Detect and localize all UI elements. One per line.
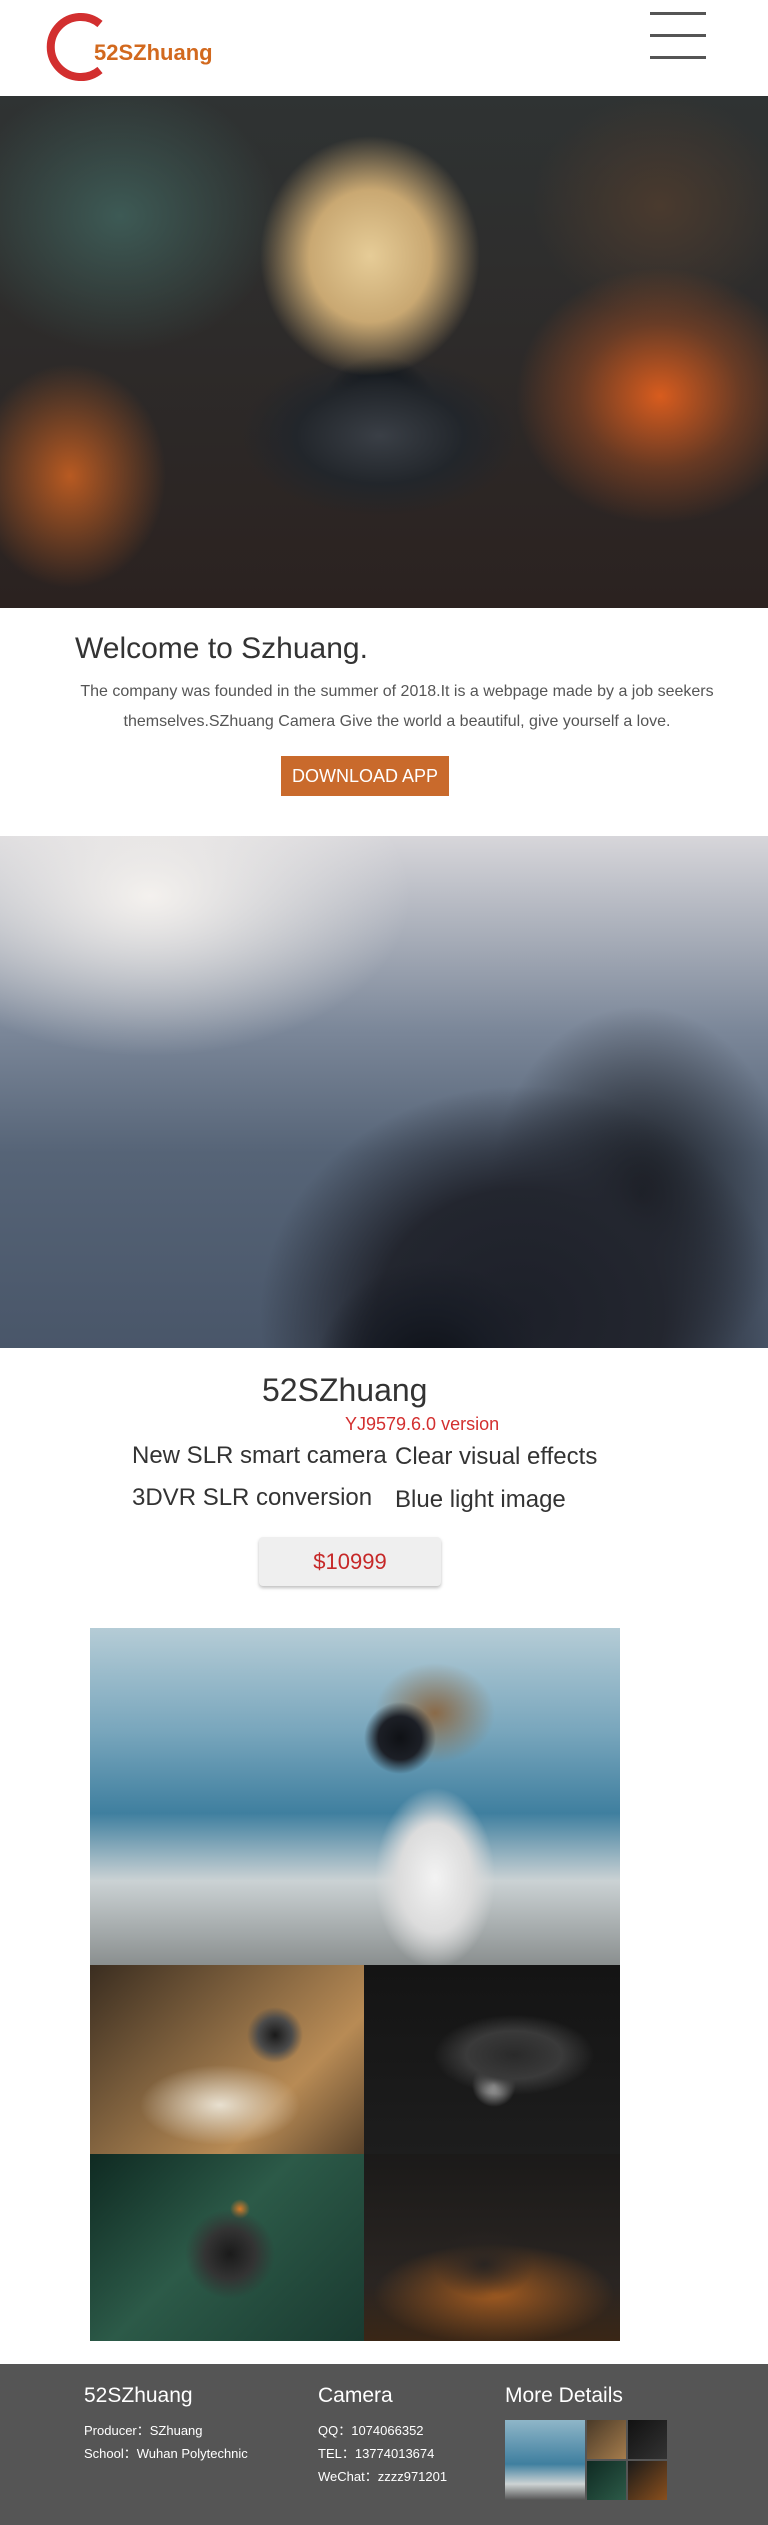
footer-thumbnail[interactable] bbox=[628, 2420, 667, 2459]
site-header: 52SZhuang bbox=[0, 0, 768, 96]
product-version: YJ9579.6.0 version bbox=[345, 1414, 500, 1434]
gallery-image-main[interactable] bbox=[90, 1628, 620, 1965]
gallery-image-vintage-camera-map[interactable] bbox=[90, 1965, 364, 2154]
footer-camera-title: Camera bbox=[318, 2384, 393, 2407]
feature-item: Clear visual effects bbox=[395, 1443, 598, 1470]
footer-brand-title: 52SZhuang bbox=[84, 2384, 193, 2407]
footer-producer: Producer：SZhuang bbox=[84, 2423, 203, 2438]
gallery-image-camera-wood[interactable] bbox=[364, 2154, 620, 2341]
feature-item: 3DVR SLR conversion bbox=[132, 1484, 373, 1511]
feature-item: New SLR smart camera bbox=[132, 1442, 387, 1469]
footer-thumbnail[interactable] bbox=[628, 2461, 667, 2500]
footer-thumbnail-gallery[interactable] bbox=[505, 2420, 667, 2500]
camera-product-image bbox=[0, 836, 768, 1348]
footer-tel: TEL：13774013674 bbox=[318, 2446, 435, 2461]
site-footer: 52SZhuang Producer：SZhuang School：Wuhan … bbox=[0, 2364, 768, 2525]
hamburger-menu-icon[interactable] bbox=[650, 10, 706, 60]
logo-text[interactable]: 52SZhuang bbox=[94, 40, 213, 66]
footer-thumbnail[interactable] bbox=[587, 2420, 626, 2459]
footer-thumbnail[interactable] bbox=[587, 2461, 626, 2500]
hero-photographer-image bbox=[0, 96, 768, 608]
gallery-image-rangefinder-camera[interactable] bbox=[364, 1965, 620, 2154]
feature-item: Blue light image bbox=[395, 1486, 566, 1513]
footer-thumbnail[interactable] bbox=[505, 2420, 585, 2500]
product-name: 52SZhuang bbox=[262, 1372, 428, 1408]
price-button[interactable]: $10999 bbox=[259, 1537, 441, 1586]
footer-school: School：Wuhan Polytechnic bbox=[84, 2446, 248, 2461]
gallery-image-camera-plants[interactable] bbox=[90, 2154, 364, 2341]
download-app-button[interactable]: DOWNLOAD APP bbox=[281, 756, 449, 796]
footer-wechat: WeChat：zzzz971201 bbox=[318, 2469, 448, 2484]
footer-qq: QQ：1074066352 bbox=[318, 2423, 424, 2438]
footer-more-details-title[interactable]: More Details bbox=[505, 2384, 623, 2408]
welcome-text: The company was founded in the summer of… bbox=[80, 683, 714, 730]
welcome-title: Welcome to Szhuang. bbox=[75, 632, 368, 665]
